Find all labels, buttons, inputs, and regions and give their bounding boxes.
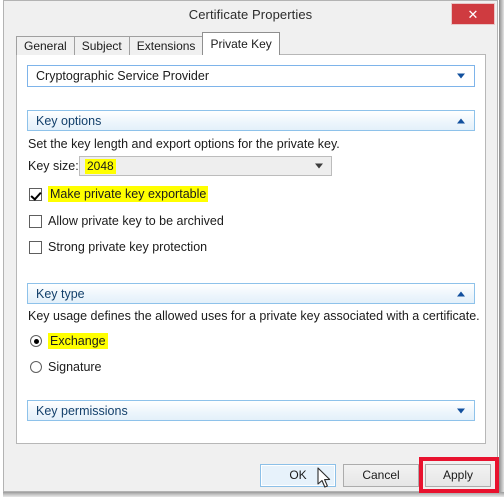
page-title: Certificate Properties bbox=[188, 7, 313, 22]
tab-strip: General Subject Extensions Private Key bbox=[16, 32, 486, 55]
apply-button[interactable]: Apply bbox=[425, 464, 491, 487]
chevron-up-icon bbox=[457, 291, 465, 296]
key-options-description: Set the key length and export options fo… bbox=[28, 137, 340, 151]
chevron-up-icon bbox=[457, 118, 465, 123]
key-type-section-header[interactable]: Key type bbox=[27, 283, 475, 304]
key-permissions-section-label: Key permissions bbox=[36, 403, 128, 418]
checkbox-icon-checked bbox=[29, 187, 42, 201]
tab-private-key[interactable]: Private Key bbox=[202, 32, 280, 55]
checkbox-label: Allow private key to be archived bbox=[48, 214, 224, 228]
radio-icon-unselected bbox=[30, 361, 42, 373]
key-options-section-label: Key options bbox=[36, 113, 102, 128]
key-size-select[interactable]: 2048 bbox=[79, 156, 332, 176]
chevron-down-icon bbox=[457, 73, 465, 79]
checkbox-label: Strong private key protection bbox=[48, 240, 208, 254]
radio-label: Exchange bbox=[48, 333, 108, 349]
title-bar: Certificate Properties ✕ bbox=[4, 1, 497, 30]
radio-label: Signature bbox=[48, 360, 102, 374]
key-type-description: Key usage defines the allowed uses for a… bbox=[28, 309, 480, 323]
tab-content-panel: Cryptographic Service Provider Key optio… bbox=[16, 54, 486, 444]
key-permissions-section-header[interactable]: Key permissions bbox=[27, 400, 475, 421]
window-right-shadow bbox=[499, 0, 504, 494]
key-size-value: 2048 bbox=[85, 159, 116, 174]
close-icon[interactable]: ✕ bbox=[451, 3, 495, 25]
ok-button[interactable]: OK bbox=[260, 464, 336, 487]
checkbox-icon-unchecked bbox=[29, 240, 42, 254]
key-size-label: Key size: bbox=[28, 159, 79, 173]
checkbox-label: Make private key exportable bbox=[48, 186, 209, 202]
chevron-down-icon bbox=[457, 408, 465, 413]
radio-exchange[interactable]: Exchange bbox=[30, 333, 108, 349]
key-type-section-label: Key type bbox=[36, 286, 85, 301]
checkbox-make-private-key-exportable[interactable]: Make private key exportable bbox=[29, 186, 209, 202]
csp-section-label: Cryptographic Service Provider bbox=[36, 69, 209, 83]
page-bottom-margin bbox=[0, 497, 504, 501]
tab-subject[interactable]: Subject bbox=[73, 36, 130, 55]
tab-extensions[interactable]: Extensions bbox=[128, 36, 204, 55]
certificate-properties-dialog: Certificate Properties ✕ General Subject… bbox=[3, 0, 499, 493]
checkbox-allow-private-key-archived[interactable]: Allow private key to be archived bbox=[29, 213, 224, 229]
cancel-button[interactable]: Cancel bbox=[343, 464, 419, 487]
key-options-section-header[interactable]: Key options bbox=[27, 110, 475, 131]
radio-signature[interactable]: Signature bbox=[30, 359, 102, 375]
checkbox-icon-unchecked bbox=[29, 214, 42, 228]
tab-general[interactable]: General bbox=[16, 36, 75, 55]
chevron-down-icon bbox=[315, 163, 323, 169]
radio-icon-selected bbox=[30, 335, 42, 347]
checkbox-strong-private-key-protection[interactable]: Strong private key protection bbox=[29, 239, 207, 255]
csp-section-header[interactable]: Cryptographic Service Provider bbox=[27, 65, 475, 87]
